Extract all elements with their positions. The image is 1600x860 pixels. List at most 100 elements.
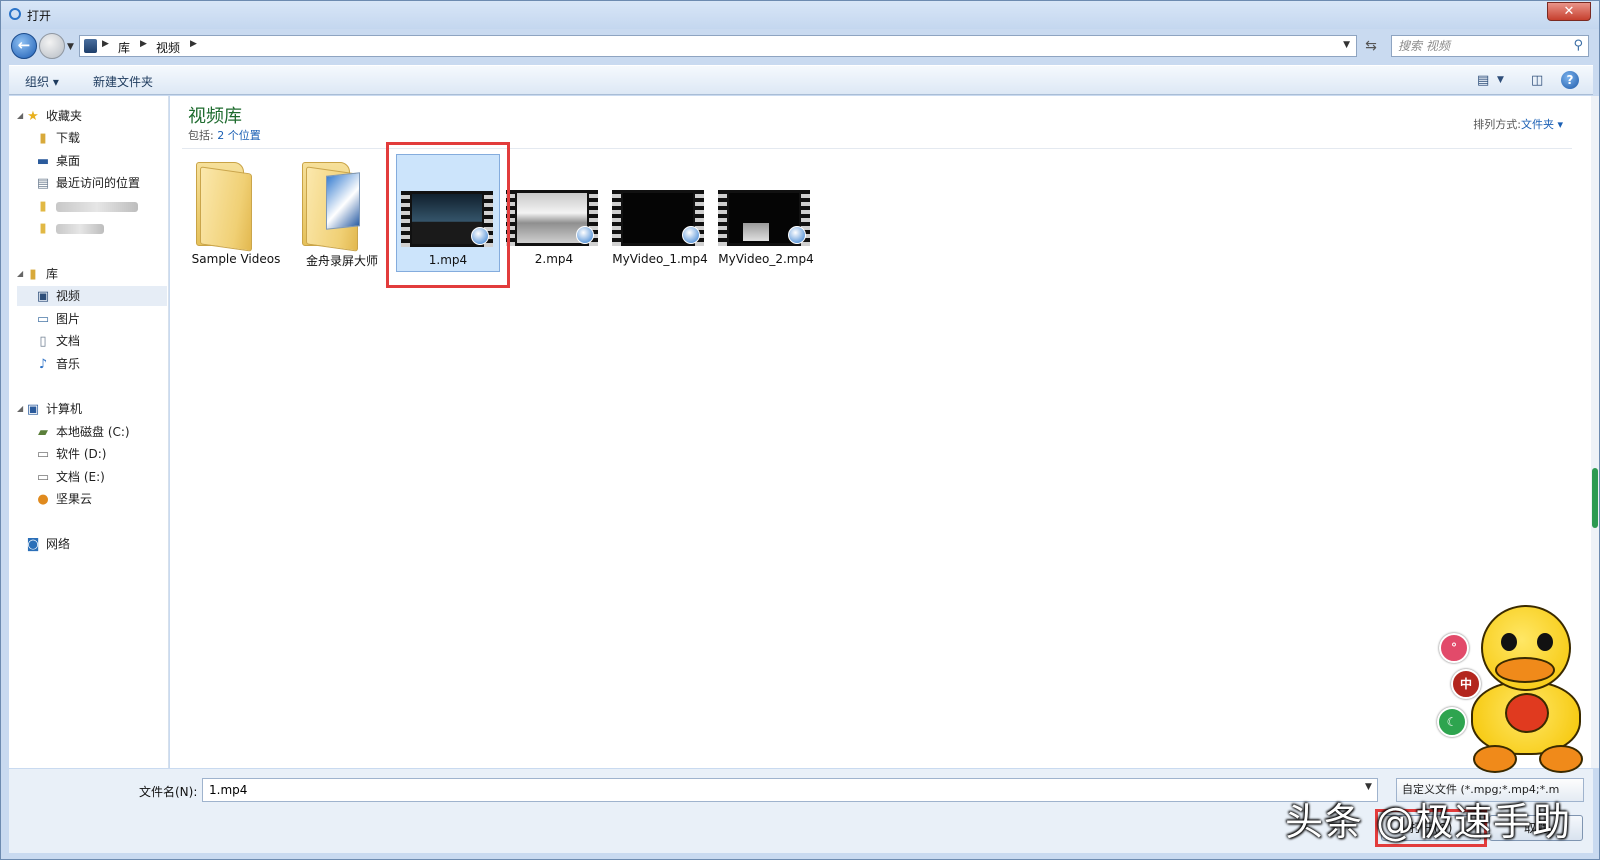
library-includes: 包括: 2 个位置 [188, 129, 261, 142]
nav-item-music[interactable]: ♪ 音乐 [35, 354, 80, 374]
nav-item-pictures[interactable]: ▭ 图片 [35, 309, 80, 329]
nav-item-documents[interactable]: ▯ 文档 [35, 331, 80, 351]
videos-icon: ▣ [36, 289, 50, 304]
file-name: Sample Videos [191, 252, 281, 266]
blurred-label [56, 201, 138, 212]
network-icon: ◙ [26, 537, 40, 552]
navigation-pane: ◢ ★ 收藏夹 ▮ 下载 ▬ 桌面 ▤ 最近访问的位置 ▮ ▮ ◢ ▮ 库 ▣ 视频 ▭ 图片 [9, 96, 169, 768]
music-icon: ♪ [38, 357, 48, 372]
star-icon: ★ [27, 109, 39, 124]
file-item-folder[interactable]: Sample Videos [184, 154, 288, 272]
title-bar: 打开 ✕ [1, 1, 1599, 29]
locations-link[interactable]: 2 个位置 [217, 129, 261, 142]
selection-highlight-box [386, 142, 510, 288]
address-bar[interactable]: ▶ 库 ▶ 视频 ▶ ▼ [79, 35, 1357, 57]
documents-icon: ▯ [39, 334, 47, 349]
nav-libraries[interactable]: ▮ 库 [25, 264, 58, 284]
view-options-icon[interactable]: ▤ [1477, 73, 1489, 88]
file-name: 金舟录屏大师 [305, 254, 378, 268]
nav-item-blurred-2[interactable]: ▮ [35, 218, 104, 238]
pictures-icon: ▭ [36, 312, 50, 327]
nav-item-blurred-1[interactable]: ▮ [35, 196, 138, 216]
library-title: 视频库 [188, 106, 242, 127]
arrange-by-dropdown[interactable]: 文件夹 ▾ [1521, 116, 1563, 132]
blurred-label [56, 223, 104, 234]
expand-icon[interactable]: ◢ [17, 264, 23, 284]
folder-icon: ▮ [39, 199, 47, 214]
downloads-folder-icon: ▮ [39, 131, 47, 146]
file-item-folder[interactable]: 金舟录屏大师 [290, 154, 394, 272]
new-folder-button[interactable]: 新建文件夹 [93, 73, 153, 90]
filename-label: 文件名(N): [139, 785, 198, 799]
nutstore-icon: ● [37, 492, 49, 507]
video-thumbnail-icon [718, 190, 810, 246]
file-item-video[interactable]: MyVideo_2.mp4 [714, 154, 818, 272]
search-input[interactable] [1398, 39, 1558, 53]
duck-mascot-icon[interactable] [1467, 599, 1587, 777]
right-edge-strip [1591, 96, 1599, 768]
chevron-right-icon[interactable]: ▶ [140, 39, 147, 49]
media-player-badge-icon [788, 226, 806, 244]
folder-icon: ▮ [39, 221, 47, 236]
library-icon [84, 39, 97, 53]
view-dropdown-icon[interactable]: ▼ [1497, 75, 1504, 85]
recent-places-icon: ▤ [36, 176, 50, 191]
filename-input[interactable] [202, 778, 1378, 802]
window-title: 打开 [27, 9, 52, 23]
app-icon [9, 8, 21, 20]
widget-bubble-button[interactable]: ° [1439, 633, 1469, 663]
nav-item-drive-c[interactable]: ▰ 本地磁盘 (C:) [35, 422, 130, 442]
preview-pane-icon[interactable]: ◫ [1531, 73, 1543, 88]
open-file-dialog: 打开 ✕ ← ▼ ▶ 库 ▶ 视频 ▶ ▼ ⇆ ⚲ 组织 ▾ 新建文件夹 ▤ ▼… [0, 0, 1600, 860]
nav-item-downloads[interactable]: ▮ 下载 [35, 128, 80, 148]
breadcrumb-library[interactable]: 库 [118, 39, 130, 56]
nav-item-videos[interactable]: ▣ 视频 [17, 286, 167, 306]
nav-item-recent-places[interactable]: ▤ 最近访问的位置 [35, 173, 140, 193]
expand-icon[interactable]: ◢ [17, 106, 23, 126]
file-item-video[interactable]: 2.mp4 [502, 154, 606, 272]
video-thumbnail-icon [506, 190, 598, 246]
nav-item-drive-e[interactable]: ▭ 文档 (E:) [35, 467, 105, 487]
desktop-icon: ▬ [36, 154, 50, 169]
close-button[interactable]: ✕ [1547, 2, 1591, 21]
refresh-button[interactable]: ⇆ [1359, 35, 1383, 57]
library-icon: ▮ [29, 267, 37, 282]
system-drive-icon: ▰ [38, 425, 48, 440]
folder-icon [194, 162, 256, 252]
forward-button[interactable] [39, 33, 65, 59]
folder-icon [300, 162, 362, 252]
media-player-badge-icon [682, 226, 700, 244]
search-icon[interactable]: ⚲ [1573, 38, 1583, 53]
media-player-badge-icon [576, 226, 594, 244]
organize-menu[interactable]: 组织 ▾ [25, 73, 59, 90]
nav-favorites[interactable]: ★ 收藏夹 [25, 106, 82, 126]
file-name: 2.mp4 [534, 252, 574, 266]
nav-computer[interactable]: ▣ 计算机 [25, 399, 82, 419]
nav-item-desktop[interactable]: ▬ 桌面 [35, 151, 80, 171]
help-icon[interactable]: ? [1561, 71, 1579, 89]
nav-network[interactable]: ◙ 网络 [25, 534, 70, 554]
nav-item-nutstore[interactable]: ● 坚果云 [35, 489, 92, 509]
widget-moon-button[interactable]: ☾ [1437, 707, 1467, 737]
breadcrumb-videos[interactable]: 视频 [156, 39, 180, 56]
back-button[interactable]: ← [11, 33, 37, 59]
search-box[interactable]: ⚲ [1391, 35, 1589, 57]
command-bar: 组织 ▾ 新建文件夹 ▤ ▼ ◫ ? [9, 65, 1593, 95]
address-dropdown-icon[interactable]: ▼ [1343, 40, 1350, 50]
side-grip-handle[interactable] [1592, 468, 1598, 528]
recent-pages-dropdown-icon[interactable]: ▼ [67, 42, 74, 52]
watermark-text: 头条 @极速手助 [1285, 800, 1572, 844]
chevron-right-icon[interactable]: ▶ [102, 39, 109, 49]
file-item-video[interactable]: MyVideo_1.mp4 [608, 154, 712, 272]
chevron-right-icon[interactable]: ▶ [190, 39, 197, 49]
video-thumbnail-icon [612, 190, 704, 246]
file-view: 视频库 包括: 2 个位置 排列方式: 文件夹 ▾ Sample Videos … [170, 96, 1593, 768]
file-name: MyVideo_1.mp4 [612, 252, 708, 266]
file-name: MyVideo_2.mp4 [718, 252, 814, 266]
drive-icon: ▭ [36, 447, 50, 462]
nav-item-drive-d[interactable]: ▭ 软件 (D:) [35, 444, 107, 464]
computer-icon: ▣ [26, 402, 40, 417]
drive-icon: ▭ [36, 470, 50, 485]
expand-icon[interactable]: ◢ [17, 399, 23, 419]
arrange-by-label: 排列方式: [1473, 118, 1521, 131]
